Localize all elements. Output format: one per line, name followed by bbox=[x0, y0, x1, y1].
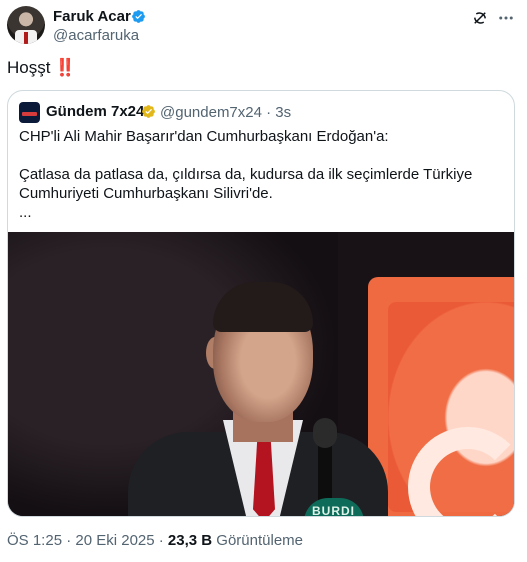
video-thumbnail[interactable]: BURDI bbox=[8, 232, 514, 517]
quoted-author-name[interactable]: Gündem 7x24 bbox=[46, 103, 144, 120]
podium-logo-text: BURDI bbox=[312, 504, 355, 517]
views-count: 23,3 B bbox=[167, 532, 213, 549]
tweet-meta: ÖS 1:25 · 20 Eki 2025 · 23,3 B Görüntüle… bbox=[7, 532, 303, 549]
quoted-tweet-card[interactable]: Gündem 7x24 @gundem7x24 · 3s CHP'li Ali … bbox=[7, 90, 515, 517]
double-exclamation-emoji: ‼️ bbox=[54, 58, 75, 77]
quoted-handle-time[interactable]: @gundem7x24 · 3s bbox=[160, 104, 291, 121]
tweet-text: Hoşşt ‼️ bbox=[7, 58, 76, 78]
author-avatar[interactable] bbox=[7, 6, 45, 44]
author-handle[interactable]: @acarfaruka bbox=[53, 27, 139, 44]
more-options-icon[interactable] bbox=[496, 9, 516, 27]
tweet-timestamp[interactable]: ÖS 1:25 · 20 Eki 2025 · bbox=[7, 532, 168, 549]
quoted-author-avatar[interactable] bbox=[19, 102, 40, 123]
author-display-name[interactable]: Faruk Acar bbox=[53, 8, 131, 25]
gold-verified-badge-icon[interactable] bbox=[141, 104, 156, 119]
verified-badge-icon[interactable] bbox=[131, 9, 146, 24]
quoted-tweet-body: CHP'li Ali Mahir Başarır'dan Cumhurbaşka… bbox=[19, 128, 473, 221]
tweet-text-content: Hoşşt bbox=[7, 58, 51, 77]
views-label: Görüntüleme bbox=[212, 532, 304, 549]
quoted-tweet-text: CHP'li Ali Mahir Başarır'dan Cumhurbaşka… bbox=[19, 127, 505, 222]
tweet-header: Faruk Acar @acarfaruka bbox=[7, 6, 520, 46]
grok-icon[interactable] bbox=[471, 9, 489, 27]
